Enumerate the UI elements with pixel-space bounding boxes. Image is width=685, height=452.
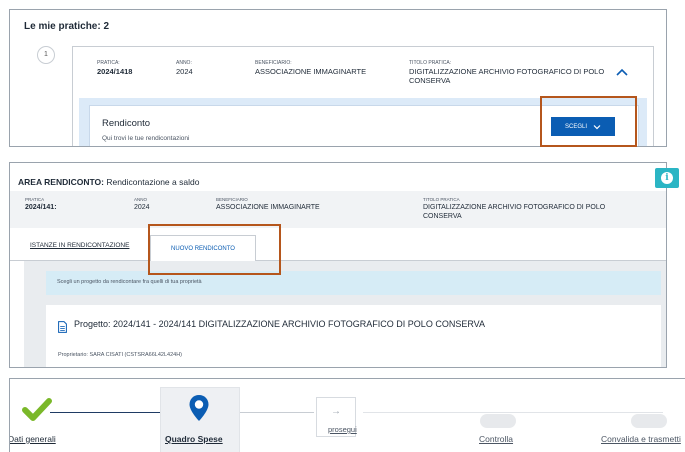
beneficiario-value: ASSOCIAZIONE IMMAGINARTE [216, 204, 320, 211]
pratiche-title: Le mie pratiche: 2 [24, 21, 110, 32]
rendiconto-tabs: ISTANZE IN RENDICONTAZIONE NUOVO RENDICO… [10, 235, 666, 262]
step-controlla-marker [480, 414, 516, 428]
project-title: Progetto: 2024/141 - 2024/141 DIGITALIZZ… [74, 318, 514, 330]
step-controlla[interactable]: Controlla [479, 434, 513, 444]
check-icon [22, 398, 52, 421]
title-rest: Rendicontazione a saldo [106, 177, 200, 187]
pratica-label: PRATICA: [97, 60, 120, 66]
beneficiario-col: BENEFICIARIO ASSOCIAZIONE IMMAGINARTE [216, 197, 320, 212]
pratica-value: 2024/141: [25, 204, 57, 211]
rendiconto-subtitle: Qui trovi le tue rendicontazioni [102, 135, 190, 142]
anno-col: ANNO 2024 [134, 197, 150, 212]
rendiconto-title: Rendiconto [102, 118, 151, 129]
titolo-value: DIGITALIZZAZIONE ARCHIVIO FOTOGRAFICO DI… [423, 204, 606, 220]
item-number-badge: 1 [37, 46, 55, 64]
location-pin-icon [189, 395, 209, 421]
beneficiario-label: BENEFICIARIO: [255, 60, 292, 66]
step-dati-generali[interactable]: Dati generali [10, 434, 56, 444]
anno-col: ANNO: 2024 [176, 60, 193, 76]
titolo-col: TITOLO PRATICA DIGITALIZZAZIONE ARCHIVIO… [423, 197, 623, 221]
info-button[interactable]: i [655, 168, 679, 188]
area-rendiconto-panel: AREA RENDICONTO: Rendicontazione a saldo… [9, 162, 667, 368]
project-owner: Proprietario: SARA CISATI (CSTSRA66L42L4… [58, 352, 183, 358]
rendiconto-body: Scegli un progetto da rendicontare fra q… [24, 261, 666, 367]
beneficiario-value: ASSOCIAZIONE IMMAGINARTE [255, 67, 367, 76]
pratica-meta: PRATICA 2024/141: ANNO 2024 BENEFICIARIO… [10, 191, 666, 228]
project-title-text: 2024/141 - 2024/141 DIGITALIZZAZIONE ARC… [113, 319, 485, 329]
pratica-col: PRATICA: 2024/1418 [97, 60, 132, 76]
highlight-nuovo-rendiconto [148, 224, 281, 275]
step-connector [50, 412, 168, 413]
anno-value: 2024 [134, 204, 150, 211]
document-icon [58, 321, 67, 333]
titolo-value: DIGITALIZZAZIONE ARCHIVIO FOTOGRAFICO DI… [409, 67, 605, 85]
step-convalida[interactable]: Convalida e trasmetti [601, 434, 681, 444]
pratica-value: 2024/1418 [97, 67, 133, 76]
anno-value: 2024 [176, 67, 193, 76]
wizard-steps: Dati generali Quadro Spese → prosegui Co… [9, 378, 685, 452]
title-bold: AREA RENDICONTO: [18, 177, 104, 187]
info-alert: Scegli un progetto da rendicontare fra q… [46, 271, 661, 295]
highlight-scegli [540, 96, 637, 147]
step-quadro-spese[interactable]: Quadro Spese [165, 434, 223, 444]
info-icon: i [661, 172, 673, 184]
tab-istanze[interactable]: ISTANZE IN RENDICONTAZIONE [30, 242, 129, 249]
step-connector [234, 412, 314, 413]
step-connector [363, 412, 663, 413]
arrow-right-icon: → [331, 406, 341, 417]
titolo-label: TITOLO PRATICA: [409, 60, 452, 66]
prosegui-label[interactable]: prosegui [328, 425, 357, 434]
anno-label: ANNO: [176, 60, 192, 66]
project-card[interactable]: Progetto: 2024/141 - 2024/141 DIGITALIZZ… [46, 305, 661, 367]
titolo-col: TITOLO PRATICA: DIGITALIZZAZIONE ARCHIVI… [409, 60, 605, 85]
pratica-col: PRATICA 2024/141: [25, 197, 57, 212]
chevron-up-icon[interactable] [615, 67, 629, 77]
info-alert-text: Scegli un progetto da rendicontare fra q… [57, 279, 202, 285]
area-rendiconto-title: AREA RENDICONTO: Rendicontazione a saldo [18, 177, 199, 187]
beneficiario-col: BENEFICIARIO: ASSOCIAZIONE IMMAGINARTE [255, 60, 366, 76]
project-label: Progetto: [74, 319, 111, 329]
step-convalida-marker [631, 414, 667, 428]
